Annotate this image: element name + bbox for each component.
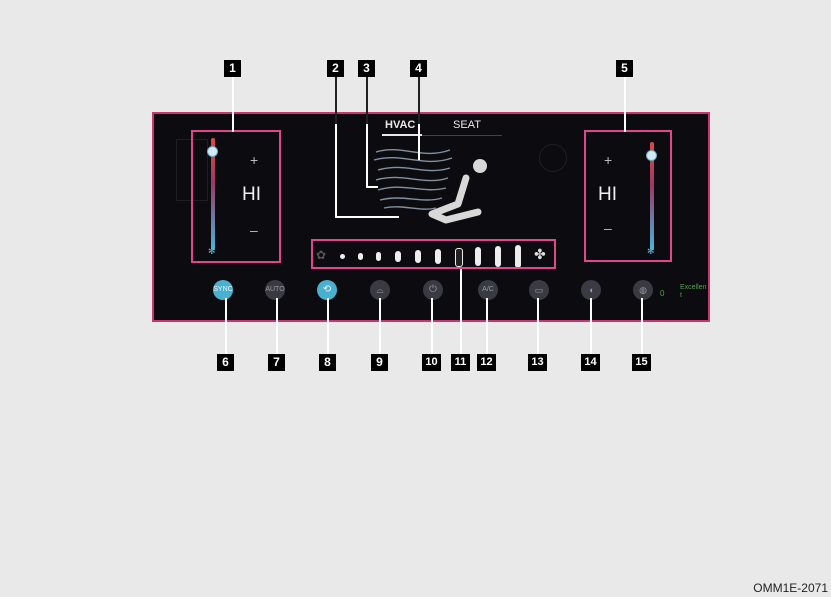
- highlight-left-temperature: [191, 130, 281, 263]
- front-defroster-button[interactable]: ⌓: [370, 280, 390, 300]
- recirculation-button[interactable]: ⟲: [317, 280, 337, 300]
- callout-9: 9: [371, 354, 388, 371]
- leader-line: [379, 298, 381, 354]
- air-quality-value: 0: [660, 289, 665, 298]
- callout-4: 4: [410, 60, 427, 77]
- leader-line: [335, 124, 337, 218]
- callout-12: 12: [477, 354, 496, 371]
- leader-line: [335, 216, 399, 218]
- highlight-fan-speed: [311, 239, 556, 269]
- leader-line: [590, 298, 592, 354]
- auto-button[interactable]: AUTO: [265, 280, 285, 300]
- callout-2: 2: [327, 60, 344, 77]
- ac-button[interactable]: A/C: [478, 280, 498, 300]
- callout-14: 14: [581, 354, 600, 371]
- callout-6: 6: [217, 354, 234, 371]
- leader-line: [486, 298, 488, 354]
- recirculation-icon: ⟲: [322, 284, 332, 295]
- callout-3: 3: [358, 60, 375, 77]
- tab-seat[interactable]: SEAT: [453, 119, 481, 131]
- background-decoration: [539, 144, 567, 172]
- leader-line: [366, 186, 378, 188]
- leader-line: [327, 298, 329, 354]
- callout-8: 8: [319, 354, 336, 371]
- airflow-seat-graphic[interactable]: [362, 142, 502, 242]
- climate-concierge-button[interactable]: ◖: [581, 280, 601, 300]
- callout-13: 13: [528, 354, 547, 371]
- air-purifier-button[interactable]: ◍: [633, 280, 653, 300]
- highlight-right-temperature: [584, 130, 672, 262]
- leader-line: [641, 298, 643, 354]
- front-defroster-icon: ⌓: [376, 285, 384, 295]
- leader-line: [335, 77, 337, 124]
- tab-divider: [422, 135, 502, 136]
- leader-line: [537, 298, 539, 354]
- climate-concierge-icon: ◖: [588, 285, 594, 295]
- rear-defroster-button[interactable]: ▭: [529, 280, 549, 300]
- airflow-wave-lines: [373, 148, 453, 210]
- leader-line: [624, 77, 626, 132]
- active-tab-indicator: [382, 134, 422, 136]
- leader-line: [460, 269, 462, 354]
- air-quality-text: Excellent: [680, 284, 707, 299]
- callout-5: 5: [616, 60, 633, 77]
- leader-line: [232, 77, 234, 132]
- leader-line: [418, 77, 420, 124]
- seat-headrest-icon: [473, 159, 487, 173]
- figure-code: OMM1E-2071: [753, 581, 828, 595]
- leader-line: [366, 124, 368, 188]
- tab-hvac[interactable]: HVAC: [385, 119, 415, 131]
- sync-button[interactable]: SYNC: [213, 280, 233, 300]
- leader-line: [366, 77, 368, 124]
- callout-15: 15: [632, 354, 651, 371]
- callout-11: 11: [451, 354, 470, 371]
- leader-line: [276, 298, 278, 354]
- callout-1: 1: [224, 60, 241, 77]
- leader-line: [431, 298, 433, 354]
- rear-defroster-icon: ▭: [534, 285, 544, 295]
- air-purifier-icon: ◍: [639, 285, 647, 295]
- power-button[interactable]: ⏻: [423, 280, 443, 300]
- leader-line: [225, 298, 227, 354]
- callout-7: 7: [268, 354, 285, 371]
- leader-line: [418, 124, 420, 160]
- power-icon: ⏻: [429, 284, 437, 295]
- callout-10: 10: [422, 354, 441, 371]
